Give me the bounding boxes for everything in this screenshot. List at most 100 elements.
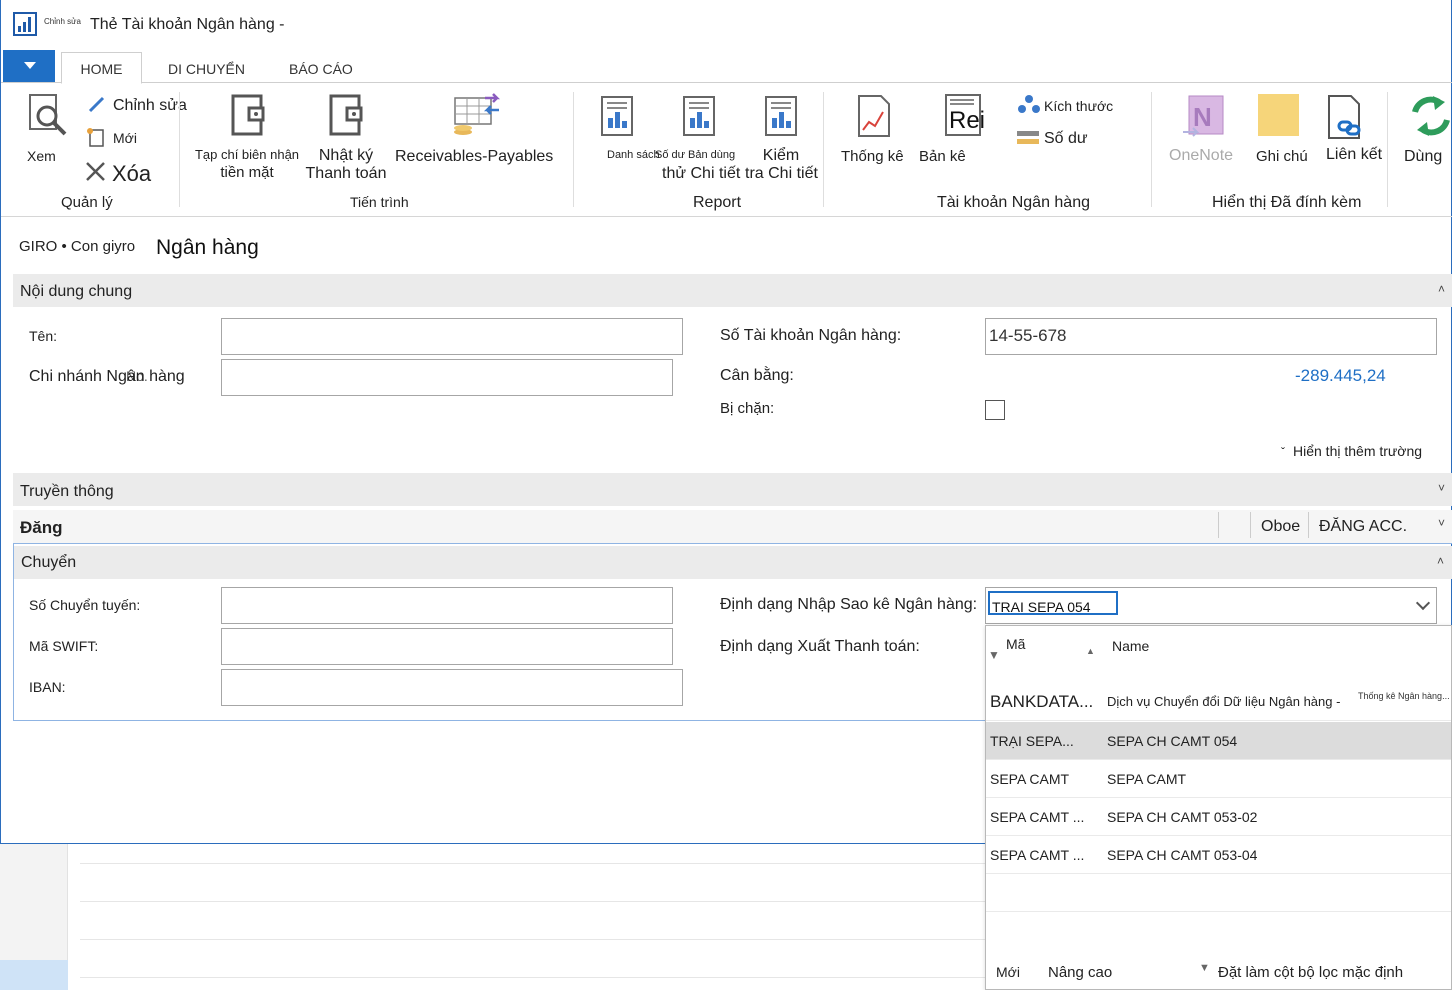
dropdown-arrow-icon	[24, 62, 36, 69]
blocked-label: Bị chặn:	[720, 400, 775, 417]
check-details-report-icon[interactable]	[765, 96, 797, 136]
group-separator	[179, 92, 180, 207]
payment-journal-button[interactable]: Nhật ký Thanh toán	[301, 147, 391, 183]
delete-button[interactable]: Xóa	[112, 161, 151, 187]
lookup-row-name: SEPA CH CAMT 053-02	[1107, 809, 1258, 825]
fasttab-transfer[interactable]: Chuyển ˄	[14, 546, 1452, 579]
notes-sticky-icon[interactable]	[1258, 94, 1299, 136]
ribbon: Xem Chỉnh sửa Mới Xóa Quản lý Tạp chí bi…	[1, 84, 1452, 217]
collapse-icon[interactable]: ˄	[1437, 554, 1444, 568]
dimensions-button[interactable]: Kích thước	[1044, 98, 1113, 114]
lookup-row[interactable]: SEPA CAMT ... SEPA CH CAMT 053-04	[986, 836, 1451, 874]
lookup-row[interactable]: BANKDATA... Dịch vụ Chuyển đổi Dữ liệu N…	[986, 683, 1451, 721]
balance-value-link[interactable]: -289.445,24	[1295, 366, 1386, 386]
balance-report-icon[interactable]	[683, 96, 715, 136]
app-menu-button[interactable]	[3, 50, 55, 82]
group-separator	[1151, 92, 1152, 207]
links-button[interactable]: Liên kết	[1326, 146, 1382, 164]
background-row-line	[80, 977, 985, 978]
statistics-button[interactable]: Thống kê	[841, 148, 904, 165]
fasttab-general-title: Nội dung chung	[20, 283, 133, 300]
statement-button[interactable]: Bản kê	[919, 148, 966, 165]
lookup-header: ▼ Mã ▲ Name	[986, 626, 1451, 686]
check-details-button[interactable]: Kiểm tra Chi tiết	[745, 147, 818, 183]
window-title: Thẻ Tài khoản Ngân hàng -	[90, 16, 285, 33]
routing-no-field[interactable]	[221, 587, 673, 624]
new-document-icon	[87, 128, 104, 147]
edit-button[interactable]: Chỉnh sửa	[113, 97, 187, 115]
receivables-payables-button[interactable]: Receivables-Payables	[395, 148, 553, 166]
view-magnifier-icon[interactable]	[27, 92, 73, 138]
lookup-row-code: SEPA CAMT ...	[990, 809, 1085, 825]
bank-list-button[interactable]: Danh sách	[607, 149, 660, 161]
expand-icon[interactable]: ˅	[1438, 516, 1445, 530]
collapse-icon[interactable]: ˄	[1438, 282, 1445, 296]
group-separator	[573, 92, 574, 207]
lookup-row[interactable]: SEPA CAMT ... SEPA CH CAMT 053-02	[986, 798, 1451, 836]
lookup-row-code: BANKDATA...	[990, 692, 1094, 711]
set-default-filter-button[interactable]: Đặt làm cột bộ lọc mặc định	[1218, 964, 1403, 981]
bank-account-no-field[interactable]: 14-55-678	[985, 318, 1437, 355]
tab-home[interactable]: HOME	[61, 52, 142, 84]
onenote-button[interactable]: OneNote	[1169, 147, 1233, 165]
balance-label: Cân bằng:	[720, 367, 794, 384]
blocked-checkbox[interactable]	[985, 400, 1005, 420]
process-group-label: Tiến trình	[350, 194, 409, 210]
separator	[1308, 512, 1309, 538]
expand-icon[interactable]: ˅	[1438, 481, 1445, 495]
swift-code-field[interactable]	[221, 628, 673, 665]
tab-reports[interactable]: BÁO CÁO	[289, 61, 353, 77]
lookup-new-button[interactable]: Mới	[996, 964, 1020, 980]
separator	[1218, 512, 1219, 538]
fasttab-communication[interactable]: Truyền thông ˅	[13, 473, 1452, 506]
tab-navigate[interactable]: DI CHUYỂN	[168, 61, 245, 77]
app-chart-icon	[13, 12, 37, 36]
background-selected-row	[0, 960, 68, 990]
links-chain-icon[interactable]	[1327, 94, 1363, 140]
bank-list-report-icon[interactable]	[601, 96, 633, 136]
chevron-down-icon[interactable]	[1415, 595, 1431, 611]
statement-rec-text: Rei	[949, 107, 986, 134]
notes-button[interactable]: Ghi chú	[1256, 148, 1308, 165]
import-format-lookup-dropdown: ▼ Mã ▲ Name BANKDATA... Dịch vụ Chuyển đ…	[985, 625, 1452, 990]
fasttab-posting[interactable]: Đăng Oboe ĐĂNG ACC. ˅	[13, 510, 1452, 543]
payment-journal-icon[interactable]	[329, 94, 365, 138]
bank-account-group-label: Tài khoản Ngân hàng	[937, 194, 1090, 211]
receivables-payables-icon[interactable]	[451, 92, 503, 140]
name-field[interactable]	[221, 318, 683, 355]
column-header-code[interactable]: Mã	[1006, 636, 1025, 652]
cash-receipt-journal-icon[interactable]	[231, 94, 267, 138]
filter-funnel-icon[interactable]: ▼	[988, 648, 1000, 662]
import-format-combobox[interactable]: TRAI SEPA 054	[985, 587, 1437, 624]
statistics-chart-icon[interactable]	[857, 94, 891, 138]
lookup-row-name: SEPA CH CAMT 053-04	[1107, 847, 1258, 863]
stop-button[interactable]: Dùng	[1404, 148, 1442, 166]
balance-detail-button[interactable]: Số dư Bản dùng	[655, 149, 735, 161]
import-format-input[interactable]: TRAI SEPA 054	[988, 591, 1118, 615]
filter-funnel-icon: ▼	[1199, 962, 1210, 974]
cash-receipt-journal-button[interactable]: Tạp chí biên nhận tiền mặt	[193, 146, 301, 182]
separator	[1250, 512, 1251, 538]
balance-button[interactable]: Số dư	[1044, 130, 1088, 148]
statement-document-icon[interactable]: Rei	[945, 94, 985, 136]
refresh-icon[interactable]	[1409, 94, 1452, 138]
onenote-icon[interactable]: N	[1181, 94, 1227, 138]
bank-branch-field[interactable]	[221, 359, 673, 396]
dimensions-icon	[1018, 95, 1040, 113]
lookup-row-selected[interactable]: TRẠI SEPA... SEPA CH CAMT 054	[986, 722, 1451, 760]
routing-no-label: Số Chuyển tuyến:	[29, 597, 141, 613]
swift-code-label: Mã SWIFT:	[29, 638, 99, 654]
show-more-fields-button[interactable]: ˇ Hiển thị thêm trường	[1281, 443, 1422, 459]
group-separator	[823, 92, 824, 207]
iban-field[interactable]	[221, 669, 683, 706]
lookup-row[interactable]: SEPA CAMT SEPA CAMT	[986, 760, 1451, 798]
lookup-advanced-button[interactable]: Nâng cao	[1048, 964, 1112, 981]
lookup-footer: Mới Nâng cao ▼ Đặt làm cột bộ lọc mặc đị…	[986, 954, 1451, 990]
sort-ascending-icon[interactable]: ▲	[1086, 646, 1095, 656]
view-button[interactable]: Xem	[27, 148, 56, 164]
fasttab-general[interactable]: Nội dung chung ˄	[13, 274, 1452, 307]
new-button[interactable]: Mới	[113, 130, 137, 146]
background-left-strip	[0, 843, 68, 990]
detail-trial-label[interactable]: thử Chi tiết	[662, 165, 740, 183]
column-header-name[interactable]: Name	[1112, 638, 1149, 654]
